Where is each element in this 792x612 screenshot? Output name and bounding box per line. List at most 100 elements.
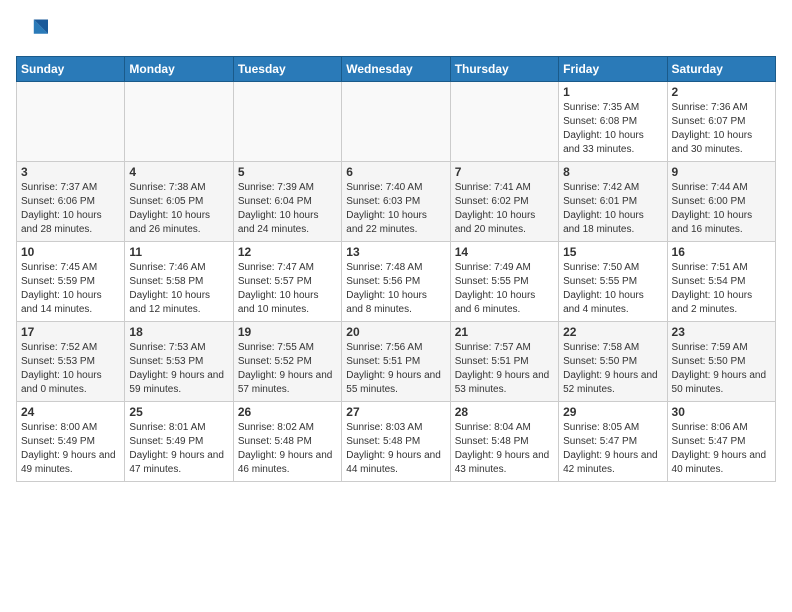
day-number: 9: [672, 165, 771, 179]
day-number: 26: [238, 405, 337, 419]
calendar-week-row: 1 Sunrise: 7:35 AMSunset: 6:08 PMDaylight…: [17, 82, 776, 162]
page-header: [16, 16, 776, 48]
day-info: Sunrise: 7:39 AMSunset: 6:04 PMDaylight:…: [238, 181, 337, 237]
calendar-day-cell: 20 Sunrise: 7:56 AMSunset: 5:51 PMDayligh…: [342, 322, 450, 402]
calendar-day-cell: 4 Sunrise: 7:38 AMSunset: 6:05 PMDaylight…: [125, 162, 233, 242]
day-number: 1: [563, 85, 662, 99]
day-info: Sunrise: 8:03 AMSunset: 5:48 PMDaylight:…: [346, 421, 445, 477]
day-number: 24: [21, 405, 120, 419]
weekday-header: Friday: [559, 57, 667, 82]
day-info: Sunrise: 7:44 AMSunset: 6:00 PMDaylight:…: [672, 181, 771, 237]
calendar-day-cell: 24 Sunrise: 8:00 AMSunset: 5:49 PMDayligh…: [17, 402, 125, 482]
day-number: 28: [455, 405, 554, 419]
calendar-day-cell: 9 Sunrise: 7:44 AMSunset: 6:00 PMDaylight…: [667, 162, 775, 242]
logo-icon: [16, 16, 48, 48]
weekday-header: Sunday: [17, 57, 125, 82]
day-info: Sunrise: 7:40 AMSunset: 6:03 PMDaylight:…: [346, 181, 445, 237]
day-number: 19: [238, 325, 337, 339]
day-number: 25: [129, 405, 228, 419]
day-number: 6: [346, 165, 445, 179]
calendar-day-cell: 2 Sunrise: 7:36 AMSunset: 6:07 PMDaylight…: [667, 82, 775, 162]
calendar-day-cell: 3 Sunrise: 7:37 AMSunset: 6:06 PMDaylight…: [17, 162, 125, 242]
calendar-day-cell: [125, 82, 233, 162]
calendar-day-cell: 11 Sunrise: 7:46 AMSunset: 5:58 PMDayligh…: [125, 242, 233, 322]
day-info: Sunrise: 7:57 AMSunset: 5:51 PMDaylight:…: [455, 341, 554, 397]
calendar-day-cell: [342, 82, 450, 162]
day-number: 5: [238, 165, 337, 179]
calendar-day-cell: 23Sunrise: 7:59 AMSunset: 5:50 PMDayligh…: [667, 322, 775, 402]
calendar-day-cell: 16 Sunrise: 7:51 AMSunset: 5:54 PMDayligh…: [667, 242, 775, 322]
day-number: 17: [21, 325, 120, 339]
day-number: 11: [129, 245, 228, 259]
calendar-day-cell: 27 Sunrise: 8:03 AMSunset: 5:48 PMDayligh…: [342, 402, 450, 482]
weekday-header: Wednesday: [342, 57, 450, 82]
day-info: Sunrise: 7:59 AMSunset: 5:50 PMDaylight:…: [672, 341, 771, 397]
day-info: Sunrise: 7:58 AMSunset: 5:50 PMDaylight:…: [563, 341, 662, 397]
day-info: Sunrise: 7:38 AMSunset: 6:05 PMDaylight:…: [129, 181, 228, 237]
day-number: 14: [455, 245, 554, 259]
day-info: Sunrise: 7:55 AMSunset: 5:52 PMDaylight:…: [238, 341, 337, 397]
day-number: 12: [238, 245, 337, 259]
calendar-day-cell: 25 Sunrise: 8:01 AMSunset: 5:49 PMDayligh…: [125, 402, 233, 482]
day-info: Sunrise: 7:52 AMSunset: 5:53 PMDaylight:…: [21, 341, 120, 397]
calendar-day-cell: 8Sunrise: 7:42 AMSunset: 6:01 PMDaylight…: [559, 162, 667, 242]
day-number: 22: [563, 325, 662, 339]
calendar-day-cell: 22 Sunrise: 7:58 AMSunset: 5:50 PMDayligh…: [559, 322, 667, 402]
day-info: Sunrise: 7:41 AMSunset: 6:02 PMDaylight:…: [455, 181, 554, 237]
day-number: 27: [346, 405, 445, 419]
day-info: Sunrise: 7:37 AMSunset: 6:06 PMDaylight:…: [21, 181, 120, 237]
calendar-day-cell: 6 Sunrise: 7:40 AMSunset: 6:03 PMDaylight…: [342, 162, 450, 242]
logo: [16, 16, 52, 48]
weekday-header: Monday: [125, 57, 233, 82]
calendar-day-cell: 13Sunrise: 7:48 AMSunset: 5:56 PMDayligh…: [342, 242, 450, 322]
day-number: 10: [21, 245, 120, 259]
day-info: Sunrise: 8:01 AMSunset: 5:49 PMDaylight:…: [129, 421, 228, 477]
day-number: 18: [129, 325, 228, 339]
day-info: Sunrise: 7:46 AMSunset: 5:58 PMDaylight:…: [129, 261, 228, 317]
calendar-day-cell: 14 Sunrise: 7:49 AMSunset: 5:55 PMDayligh…: [450, 242, 558, 322]
calendar-day-cell: 1 Sunrise: 7:35 AMSunset: 6:08 PMDaylight…: [559, 82, 667, 162]
day-number: 21: [455, 325, 554, 339]
calendar-week-row: 10 Sunrise: 7:45 AMSunset: 5:59 PMDayligh…: [17, 242, 776, 322]
day-info: Sunrise: 7:42 AMSunset: 6:01 PMDaylight:…: [563, 181, 662, 237]
calendar-day-cell: 7Sunrise: 7:41 AMSunset: 6:02 PMDaylight…: [450, 162, 558, 242]
day-info: Sunrise: 8:05 AMSunset: 5:47 PMDaylight:…: [563, 421, 662, 477]
weekday-header: Thursday: [450, 57, 558, 82]
weekday-header: Saturday: [667, 57, 775, 82]
calendar-day-cell: 17 Sunrise: 7:52 AMSunset: 5:53 PMDayligh…: [17, 322, 125, 402]
weekday-header: Tuesday: [233, 57, 341, 82]
calendar-week-row: 3 Sunrise: 7:37 AMSunset: 6:06 PMDaylight…: [17, 162, 776, 242]
day-info: Sunrise: 7:35 AMSunset: 6:08 PMDaylight:…: [563, 101, 662, 157]
calendar-day-cell: [450, 82, 558, 162]
calendar-day-cell: 10 Sunrise: 7:45 AMSunset: 5:59 PMDayligh…: [17, 242, 125, 322]
day-info: Sunrise: 8:00 AMSunset: 5:49 PMDaylight:…: [21, 421, 120, 477]
day-info: Sunrise: 7:51 AMSunset: 5:54 PMDaylight:…: [672, 261, 771, 317]
day-info: Sunrise: 7:56 AMSunset: 5:51 PMDaylight:…: [346, 341, 445, 397]
calendar-day-cell: 15 Sunrise: 7:50 AMSunset: 5:55 PMDayligh…: [559, 242, 667, 322]
calendar-table: SundayMondayTuesdayWednesdayThursdayFrid…: [16, 56, 776, 482]
day-info: Sunrise: 7:45 AMSunset: 5:59 PMDaylight:…: [21, 261, 120, 317]
day-info: Sunrise: 7:47 AMSunset: 5:57 PMDaylight:…: [238, 261, 337, 317]
calendar-day-cell: 28 Sunrise: 8:04 AMSunset: 5:48 PMDayligh…: [450, 402, 558, 482]
calendar-day-cell: 18Sunrise: 7:53 AMSunset: 5:53 PMDayligh…: [125, 322, 233, 402]
day-info: Sunrise: 7:48 AMSunset: 5:56 PMDaylight:…: [346, 261, 445, 317]
day-info: Sunrise: 8:04 AMSunset: 5:48 PMDaylight:…: [455, 421, 554, 477]
day-info: Sunrise: 7:49 AMSunset: 5:55 PMDaylight:…: [455, 261, 554, 317]
day-number: 2: [672, 85, 771, 99]
day-info: Sunrise: 8:06 AMSunset: 5:47 PMDaylight:…: [672, 421, 771, 477]
day-info: Sunrise: 7:50 AMSunset: 5:55 PMDaylight:…: [563, 261, 662, 317]
calendar-day-cell: 29 Sunrise: 8:05 AMSunset: 5:47 PMDayligh…: [559, 402, 667, 482]
calendar-day-cell: [17, 82, 125, 162]
day-number: 15: [563, 245, 662, 259]
calendar-day-cell: 19 Sunrise: 7:55 AMSunset: 5:52 PMDayligh…: [233, 322, 341, 402]
day-number: 16: [672, 245, 771, 259]
calendar-day-cell: 30Sunrise: 8:06 AMSunset: 5:47 PMDayligh…: [667, 402, 775, 482]
calendar-day-cell: 5 Sunrise: 7:39 AMSunset: 6:04 PMDaylight…: [233, 162, 341, 242]
day-number: 20: [346, 325, 445, 339]
day-number: 29: [563, 405, 662, 419]
day-number: 3: [21, 165, 120, 179]
day-info: Sunrise: 8:02 AMSunset: 5:48 PMDaylight:…: [238, 421, 337, 477]
day-info: Sunrise: 7:36 AMSunset: 6:07 PMDaylight:…: [672, 101, 771, 157]
calendar-header-row: SundayMondayTuesdayWednesdayThursdayFrid…: [17, 57, 776, 82]
day-number: 4: [129, 165, 228, 179]
